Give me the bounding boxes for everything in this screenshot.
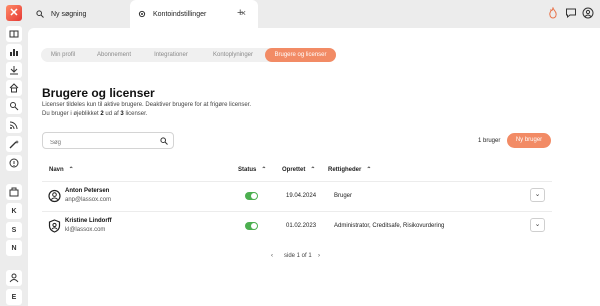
subtab-subscription[interactable]: Abonnement xyxy=(89,48,139,62)
building-icon[interactable] xyxy=(6,184,22,200)
page-indicator: side 1 of 1 xyxy=(284,253,312,259)
created-date: 19.04.2024 xyxy=(286,193,317,199)
sort-up-icon: ⌃ xyxy=(261,167,267,173)
fire-icon[interactable] xyxy=(547,6,559,19)
subtab-my-profile[interactable]: Min profil xyxy=(45,48,81,62)
chevron-down-icon: ⌄ xyxy=(534,221,541,228)
search-icon[interactable] xyxy=(160,137,168,145)
home-icon[interactable] xyxy=(6,80,22,96)
sort-up-icon: ⌃ xyxy=(310,167,316,173)
people-icon[interactable] xyxy=(6,270,22,286)
rss-icon[interactable] xyxy=(6,117,22,133)
status-toggle[interactable] xyxy=(245,192,258,200)
user-count: 1 bruger xyxy=(478,138,501,144)
prev-page-button[interactable]: ‹ xyxy=(271,253,273,259)
gear-icon xyxy=(138,10,146,18)
sidebar-letter-n[interactable]: N xyxy=(6,240,22,256)
user-circle-icon xyxy=(48,189,61,203)
table-row[interactable]: Kristine Lindorff kl@lassox.com 01.02.20… xyxy=(42,211,552,241)
user-name: Kristine Lindorff xyxy=(65,218,112,224)
chevron-down-icon: ⌄ xyxy=(534,191,541,198)
sort-up-icon: ⌃ xyxy=(68,167,74,173)
subtab-account-info[interactable]: Kontoplyninger xyxy=(203,48,263,62)
page-title: Brugere og licenser xyxy=(42,86,155,100)
user-email: anp@lassox.com xyxy=(65,197,112,203)
book-icon[interactable] xyxy=(6,26,22,42)
search-icon xyxy=(36,10,44,18)
chat-icon[interactable] xyxy=(565,6,577,19)
sidebar-letter-s[interactable]: S xyxy=(6,222,22,238)
tab-label: Ny søgning xyxy=(51,10,87,18)
download-icon[interactable] xyxy=(6,62,22,78)
sort-up-icon: ⌃ xyxy=(366,167,372,173)
subtab-users-licenses[interactable]: Brugere og licenser xyxy=(265,48,336,62)
search-list-icon[interactable] xyxy=(6,98,22,114)
user-name: Anton Petersen xyxy=(65,188,110,194)
expand-row-button[interactable]: ⌄ xyxy=(530,218,545,232)
sidebar-letter-k[interactable]: K xyxy=(6,203,22,219)
column-header-created[interactable]: Oprettet ⌃ xyxy=(282,166,315,173)
table-row[interactable]: Anton Petersen anp@lassox.com 19.04.2024… xyxy=(42,181,552,211)
user-search-input[interactable] xyxy=(42,132,174,149)
column-header-name[interactable]: Navn ⌃ xyxy=(49,166,74,173)
next-page-button[interactable]: › xyxy=(318,253,320,259)
chart-icon[interactable] xyxy=(6,44,22,60)
license-usage-text: Du bruger i øjeblikket 2 ud af 3 license… xyxy=(42,111,148,117)
user-rights: Bruger xyxy=(334,193,353,199)
column-header-rights[interactable]: Rettigheder ⌃ xyxy=(328,166,371,173)
license-description: Licenser tildeles kun til aktive brugere… xyxy=(42,102,252,108)
left-sidebar: ✕ K S N E xyxy=(0,0,28,306)
status-toggle[interactable] xyxy=(245,222,258,230)
created-date: 01.02.2023 xyxy=(286,223,317,229)
column-header-status[interactable]: Status ⌃ xyxy=(238,166,266,173)
tab-new-search[interactable]: Ny søgning xyxy=(36,0,86,28)
sidebar-letter-e[interactable]: E xyxy=(6,289,22,305)
add-tab-button[interactable]: + xyxy=(237,7,243,19)
tab-label: Kontoindstillinger xyxy=(153,10,207,18)
user-email: kl@lassox.com xyxy=(65,227,106,233)
app-logo[interactable]: ✕ xyxy=(6,5,22,21)
magic-wand-icon[interactable] xyxy=(6,136,22,152)
subtab-integrations[interactable]: Integrationer xyxy=(145,48,197,62)
settings-subtabs: Min profil Abonnement Integrationer Kont… xyxy=(41,48,336,62)
admin-shield-icon xyxy=(48,219,61,233)
expand-row-button[interactable]: ⌄ xyxy=(530,188,545,202)
profile-icon[interactable] xyxy=(582,6,594,19)
info-icon[interactable] xyxy=(6,155,22,171)
new-user-button[interactable]: Ny bruger xyxy=(507,133,551,148)
user-rights: Administrator, Creditsafe, Risikovurderi… xyxy=(334,223,445,229)
